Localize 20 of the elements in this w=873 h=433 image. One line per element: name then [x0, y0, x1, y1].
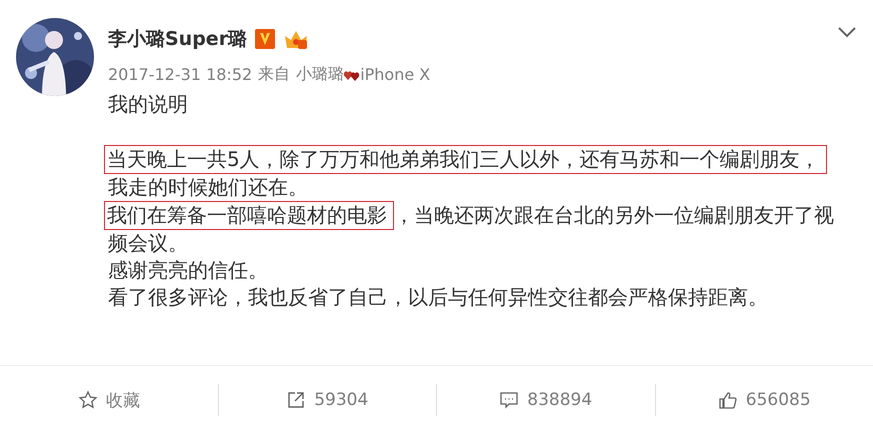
comment-icon: [499, 390, 520, 410]
author-name[interactable]: 李小璐Super璐: [108, 26, 248, 52]
chevron-down-icon[interactable]: [837, 26, 857, 38]
post-text: 看了很多评论，我也反省了自己，以后与任何异性交往都会严格保持距离。: [107, 284, 769, 311]
verified-badge-icon: [255, 29, 276, 49]
post-text: 我们在筹备一部嘻哈题材的电影 ，当晚还两次跟在台北的另外一位编剧朋友开了视频会议。: [104, 201, 843, 257]
star-icon: [78, 390, 98, 410]
post-text: 我的说明: [107, 91, 189, 118]
hearts-icon: [344, 68, 360, 80]
post-time[interactable]: 2017-12-31 18:52: [108, 65, 252, 84]
source-name[interactable]: 小璐璐: [296, 64, 344, 85]
repost-button[interactable]: 59304: [218, 384, 436, 416]
source-device[interactable]: iPhone X: [360, 65, 430, 84]
favorite-button[interactable]: 收藏: [0, 384, 218, 416]
thumbs-up-icon: [718, 390, 738, 410]
share-icon: [286, 390, 306, 410]
comment-button[interactable]: 838894: [436, 384, 654, 416]
post-text: 感谢亮亮的信任。: [107, 257, 269, 284]
source-label: 来自: [258, 64, 290, 85]
like-button[interactable]: 656085: [654, 384, 873, 416]
